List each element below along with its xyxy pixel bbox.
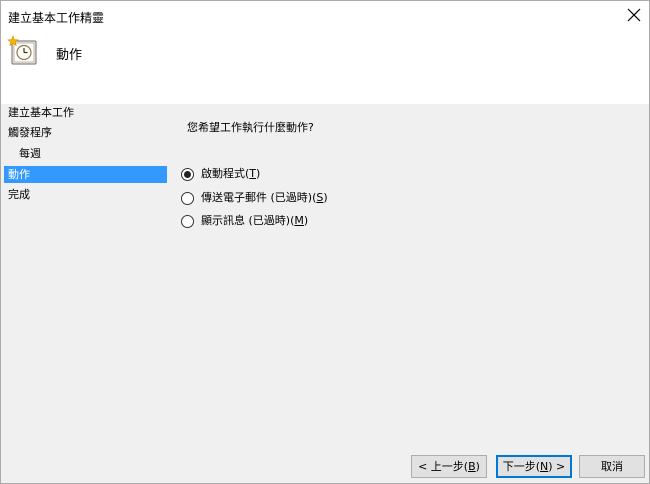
task-scheduler-clock-icon [7,35,37,65]
next-button[interactable]: 下一步(N) > [496,455,572,478]
radio-label-send-email[interactable]: 傳送電子郵件 (已過時)(S) [201,189,328,207]
radio-button-checked[interactable] [181,168,194,181]
radio-button[interactable] [181,192,194,205]
action-question: 您希望工作執行什麼動作? [187,121,314,134]
close-icon [627,8,641,22]
step-list: 建立基本工作 觸發程序 每週 動作 完成 [1,104,169,483]
step-item-trigger[interactable]: 觸發程序 [4,124,167,141]
title-bar: 建立基本工作精靈 [1,1,649,31]
radio-label-start-program[interactable]: 啟動程式(T) [201,165,260,183]
radio-button[interactable] [181,215,194,228]
radio-label-display-message[interactable]: 顯示訊息 (已過時)(M) [201,212,308,230]
wizard-header: 動作 [1,31,649,104]
window-title: 建立基本工作精靈 [8,11,105,25]
step-item-finish[interactable]: 完成 [4,186,167,203]
page-title: 動作 [56,48,83,63]
step-item-action[interactable]: 動作 [4,166,167,183]
step-item-create-basic-task[interactable]: 建立基本工作 [4,104,167,121]
wizard-body: 建立基本工作 觸發程序 每週 動作 完成 您希望工作執行什麼動作? 啟動程式(T… [1,104,649,483]
cancel-button[interactable]: 取消 [579,455,645,478]
close-button[interactable] [619,1,649,31]
step-item-weekly[interactable]: 每週 [4,145,167,162]
back-button[interactable]: < 上一步(B) [411,455,487,478]
wizard-window: 建立基本工作精靈 動作 建立基本工作 觸發程序 每週 動作 完成 您希望工作執行… [0,0,650,484]
